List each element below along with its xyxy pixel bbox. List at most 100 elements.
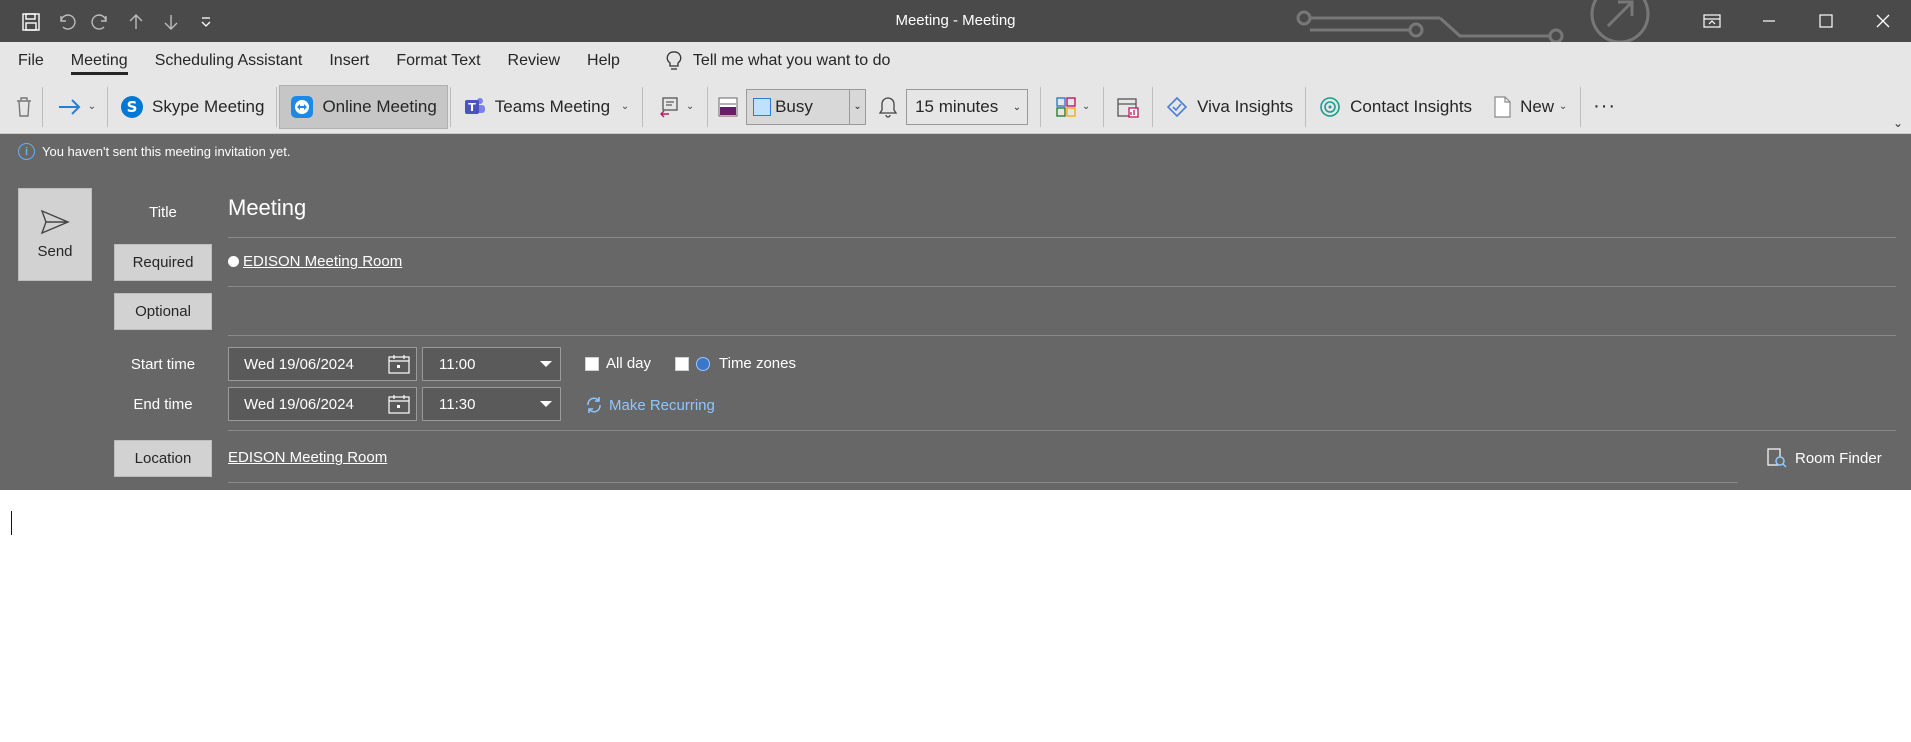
forward-button[interactable] — [45, 85, 87, 129]
tab-scheduling-assistant[interactable]: Scheduling Assistant — [155, 46, 303, 76]
send-button[interactable]: Send — [18, 188, 92, 281]
chevron-down-icon: ⌄ — [849, 89, 865, 124]
ribbon-separator — [642, 86, 644, 127]
categorize-dropdown-icon[interactable]: ⌄ — [1081, 101, 1091, 112]
save-icon[interactable] — [18, 9, 43, 34]
location-button[interactable]: Location — [114, 440, 212, 477]
collapse-ribbon-icon[interactable]: ⌄ — [1893, 116, 1903, 130]
meeting-notes-button[interactable] — [645, 85, 685, 129]
svg-text:S: S — [127, 98, 138, 116]
end-date-input[interactable]: Wed 19/06/2024 — [228, 387, 417, 421]
online-meeting-label: Online Meeting — [322, 96, 437, 116]
reminder-select[interactable]: 15 minutes ⌄ — [906, 88, 1029, 125]
tab-meeting[interactable]: Meeting — [70, 46, 128, 76]
optional-button[interactable]: Optional — [114, 293, 212, 330]
ribbon-separator — [1103, 86, 1105, 127]
circuit-background-pattern — [1296, 0, 1650, 42]
previous-item-icon[interactable] — [123, 9, 148, 34]
required-attendees-field[interactable]: EDISON Meeting Room — [228, 253, 402, 270]
start-time-select[interactable]: 11:00 — [422, 347, 561, 381]
categorize-icon — [1056, 96, 1076, 117]
new-label: New — [1520, 96, 1555, 116]
start-time-label: Start time — [130, 356, 196, 373]
show-as-select[interactable]: Busy ⌄ — [746, 88, 867, 125]
undo-icon[interactable] — [53, 9, 78, 34]
forward-dropdown-icon[interactable]: ⌄ — [87, 101, 97, 112]
tab-format-text[interactable]: Format Text — [396, 46, 480, 76]
online-meeting-button[interactable]: Online Meeting — [279, 84, 448, 129]
room-finder-icon — [1767, 448, 1787, 468]
make-recurring-button[interactable]: Make Recurring — [585, 396, 715, 414]
reminder-bell-icon — [870, 85, 906, 129]
info-message: You haven't sent this meeting invitation… — [42, 144, 291, 159]
teams-meeting-dropdown-icon[interactable]: ⌄ — [620, 101, 630, 112]
title-input[interactable]: Meeting — [228, 195, 306, 221]
redo-icon[interactable] — [88, 9, 113, 34]
minimize-icon[interactable] — [1740, 0, 1797, 42]
show-as-value: Busy — [775, 96, 813, 116]
required-button[interactable]: Required — [114, 244, 212, 281]
end-time-value: 11:30 — [439, 395, 476, 413]
time-zones-box[interactable] — [675, 356, 689, 371]
send-label: Send — [37, 243, 73, 260]
forward-arrow-icon — [59, 98, 81, 115]
ribbon-separator — [1305, 86, 1307, 127]
chevron-down-icon — [540, 401, 552, 407]
teams-meeting-label: Teams Meeting — [494, 96, 611, 116]
ribbon-separator — [1580, 86, 1582, 127]
show-as-icon — [710, 85, 742, 129]
new-dropdown-icon[interactable]: ⌄ — [1558, 101, 1568, 112]
room-finder-button[interactable]: Room Finder — [1767, 448, 1882, 468]
viva-insights-button[interactable]: Viva Insights — [1155, 85, 1303, 129]
ribbon-separator — [1152, 86, 1154, 127]
end-time-select[interactable]: 11:30 — [422, 387, 561, 421]
viva-insights-icon — [1166, 96, 1188, 117]
customize-toolbar-icon[interactable] — [193, 9, 218, 34]
tell-me-search[interactable]: Tell me what you want to do — [665, 50, 890, 72]
calendar-report-icon — [1117, 97, 1139, 118]
tab-review[interactable]: Review — [508, 46, 560, 76]
next-item-icon[interactable] — [158, 9, 183, 34]
globe-icon — [696, 356, 710, 371]
contact-insights-button[interactable]: Contact Insights — [1308, 85, 1482, 129]
new-button[interactable]: New — [1482, 85, 1558, 129]
ribbon-separator — [1040, 86, 1042, 127]
time-zones-label: Time zones — [719, 355, 796, 372]
maximize-icon[interactable] — [1797, 0, 1854, 42]
title-bar: Meeting - Meeting — [0, 0, 1911, 42]
title-underline — [228, 237, 1896, 238]
meeting-form: i You haven't sent this meeting invitati… — [0, 134, 1911, 490]
all-day-label: All day — [606, 355, 652, 372]
location-input[interactable]: EDISON Meeting Room — [228, 449, 387, 466]
tab-insert[interactable]: Insert — [329, 46, 369, 76]
close-icon[interactable] — [1854, 0, 1911, 42]
more-options-button[interactable]: ··· — [1583, 85, 1626, 129]
chevron-down-icon — [540, 361, 552, 367]
tab-file[interactable]: File — [18, 46, 44, 76]
skype-meeting-button[interactable]: S Skype Meeting — [110, 85, 274, 129]
tab-help[interactable]: Help — [587, 46, 620, 76]
info-bar: i You haven't sent this meeting invitati… — [18, 143, 290, 160]
delete-button[interactable] — [0, 85, 40, 129]
optional-underline — [228, 335, 1896, 336]
busy-swatch — [753, 97, 772, 116]
skype-icon: S — [121, 95, 143, 118]
calendar-icon[interactable] — [388, 394, 410, 414]
time-zones-ribbon-button[interactable] — [1106, 85, 1150, 129]
ribbon-display-options-icon[interactable] — [1683, 0, 1740, 42]
ribbon-separator — [449, 86, 451, 127]
categorize-button[interactable] — [1043, 85, 1081, 129]
calendar-icon[interactable] — [388, 354, 410, 374]
end-time-label: End time — [133, 396, 193, 413]
message-body-editor[interactable] — [0, 490, 1911, 742]
all-day-checkbox[interactable]: All day — [585, 355, 651, 372]
required-attendee[interactable]: EDISON Meeting Room — [243, 253, 402, 270]
start-date-input[interactable]: Wed 19/06/2024 — [228, 347, 417, 381]
all-day-box[interactable] — [585, 356, 599, 371]
teams-meeting-button[interactable]: T Teams Meeting — [453, 85, 620, 129]
time-zones-checkbox[interactable]: Time zones — [675, 355, 796, 372]
viva-insights-label: Viva Insights — [1197, 96, 1294, 116]
reminder-value: 15 minutes — [915, 96, 999, 116]
text-cursor — [11, 511, 12, 535]
meeting-notes-dropdown-icon[interactable]: ⌄ — [685, 101, 695, 112]
